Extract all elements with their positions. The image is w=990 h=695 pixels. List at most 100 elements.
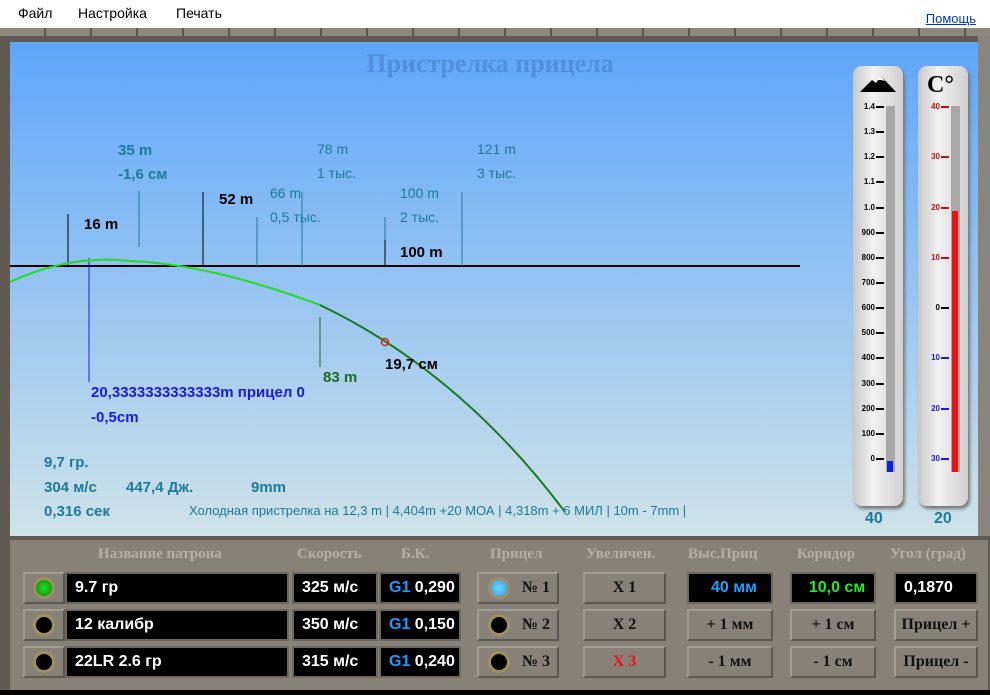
cartridge-speed-field[interactable]: 325 м/с [292, 572, 378, 604]
info-caliber: 9mm [251, 479, 287, 496]
cartridge-speed: 315 м/с [302, 653, 359, 670]
mark-100a-sub: 2 тыс. [400, 209, 440, 225]
gauge-tick-mark [876, 131, 884, 134]
header-name: Название патрона [98, 546, 222, 562]
bc-field[interactable]: G1 0,150 [379, 609, 461, 641]
corridor-minus-label: - 1 см [813, 653, 853, 670]
header-angle: Угол (град) [890, 546, 966, 562]
gauge-tick-label: 100 [861, 428, 875, 438]
thermometer-value: 20 [934, 510, 952, 527]
menu-bar: Файл Настройка Печать Помощь [0, 0, 990, 28]
gauge-tick-label: 30 [931, 454, 940, 463]
cartridge-name-field[interactable]: 22LR 2.6 гр [65, 646, 289, 678]
info-weight: 9,7 гр. [44, 454, 89, 471]
corridor-minus-button[interactable]: - 1 см [790, 646, 876, 678]
header-corridor: Коридор [797, 546, 856, 562]
gauge-tick-label: 1.1 [863, 177, 875, 187]
control-panel: Название патрона Скорость Б.К. Прицел Ув… [10, 540, 988, 690]
scope-label: № 1 [521, 579, 551, 596]
gauge-tick-mark [876, 357, 884, 360]
header-height: Выс.Приц [688, 546, 758, 562]
gauge-tick-mark [876, 407, 884, 410]
cartridge-select-3[interactable] [23, 646, 65, 678]
bc-field[interactable]: G1 0,240 [379, 646, 461, 678]
mark-35-drop: -1,6 см [118, 166, 168, 183]
cartridge-led[interactable] [33, 577, 55, 599]
altimeter-tube [886, 106, 895, 472]
corridor-field[interactable]: 10,0 см [790, 572, 876, 604]
height-field[interactable]: 40 мм [687, 572, 773, 604]
zero-distance: 20,3333333333333m прицел 0 [91, 384, 305, 401]
gauge-tick-mark [876, 432, 884, 435]
info-energy: 447,4 Дж. [126, 479, 194, 496]
scope-led [487, 651, 510, 673]
zoom-button-1[interactable]: X 1 [583, 572, 666, 604]
zoom-label: X 2 [612, 616, 637, 633]
height-plus-button[interactable]: + 1 мм [687, 609, 773, 641]
gauge-tick-mark [941, 256, 949, 259]
zoom-button-2[interactable]: X 2 [583, 609, 666, 641]
trajectory-far [319, 304, 566, 513]
scope-label: № 2 [521, 616, 551, 633]
cartridge-led[interactable] [33, 651, 55, 673]
cartridge-speed-field[interactable]: 315 м/с [292, 646, 378, 678]
height-minus-button[interactable]: - 1 мм [687, 646, 773, 678]
gauge-tick-mark [876, 256, 884, 259]
gauge-tick-label: 400 [861, 353, 875, 363]
cartridge-select-1[interactable] [23, 572, 65, 604]
header-speed: Скорость [297, 546, 362, 562]
info-speed: 304 м/с [44, 479, 97, 496]
cartridge-name: 22LR 2.6 гр [75, 653, 162, 670]
gauge-tick-mark [941, 407, 949, 410]
corridor-value: 10,0 см [808, 579, 866, 596]
drag-model: G1 [389, 579, 411, 596]
corridor-plus-button[interactable]: + 1 см [790, 609, 876, 641]
bc-field[interactable]: G1 0,290 [379, 572, 461, 604]
menu-print[interactable]: Печать [176, 5, 222, 21]
scope-select-3[interactable]: № 3 [477, 646, 559, 678]
thermometer-fill [952, 210, 958, 472]
gauge-tick-mark [941, 106, 949, 108]
gauge-tick-mark [876, 458, 884, 460]
mark-100a-label: 100 m [400, 185, 439, 201]
gauge-tick-label: 200 [861, 403, 875, 413]
mark-66-label: 66 m [270, 185, 302, 201]
menu-settings[interactable]: Настройка [78, 5, 147, 21]
cartridge-select-2[interactable] [23, 609, 65, 641]
cartridge-name-field[interactable]: 12 калибр [65, 609, 289, 641]
zoom-button-3[interactable]: X 3 [583, 646, 666, 678]
cartridge-led[interactable] [33, 614, 55, 636]
info-summary: Холодная пристрелка на 12,3 m | 4,404m +… [189, 503, 687, 518]
height-plus-label: + 1 мм [706, 616, 754, 633]
cartridge-name-field[interactable]: 9.7 гр [65, 572, 289, 604]
mark-16-label: 16 m [84, 216, 119, 233]
scope-select-2[interactable]: № 2 [477, 609, 559, 641]
mountain-icon [860, 76, 896, 92]
trajectory-chart: Пристрелка прицела 16 m 35 m -1,6 см 52 … [10, 42, 988, 536]
angle-field[interactable]: 0,1870 [894, 572, 978, 604]
gauge-tick-mark [876, 382, 884, 385]
angle-value: 0,1870 [904, 579, 953, 596]
zero-offset: -0,5cm [91, 409, 139, 426]
gauge-tick-label: 900 [861, 227, 875, 237]
thermometer-tube [951, 106, 960, 472]
altimeter-fill [887, 461, 893, 472]
scope-select-1[interactable]: № 1 [477, 572, 559, 604]
mark-66-sub: 0,5 тыс. [270, 209, 321, 225]
frame-top-border [0, 28, 990, 36]
drop-label: 19,7 см [385, 356, 438, 373]
corridor-plus-label: + 1 см [811, 616, 855, 633]
gauge-tick-label: 1.4 [863, 102, 875, 111]
angle-plus-button[interactable]: Прицел + [894, 609, 978, 641]
gauge-tick-label: 800 [861, 252, 875, 262]
gauge-tick-mark [941, 156, 949, 159]
menu-file[interactable]: Файл [18, 5, 52, 21]
gauge-tick-mark [941, 307, 949, 310]
mark-100-label: 100 m [400, 244, 443, 261]
header-scope: Прицел [490, 546, 543, 562]
mark-83-label: 83 m [323, 369, 358, 386]
thermometer-gauge: C° 40 30 20 10 0 10 20 30 [918, 66, 968, 506]
cartridge-speed-field[interactable]: 350 м/с [292, 609, 378, 641]
help-link[interactable]: Помощь [926, 11, 976, 26]
angle-minus-button[interactable]: Прицел - [894, 646, 978, 678]
